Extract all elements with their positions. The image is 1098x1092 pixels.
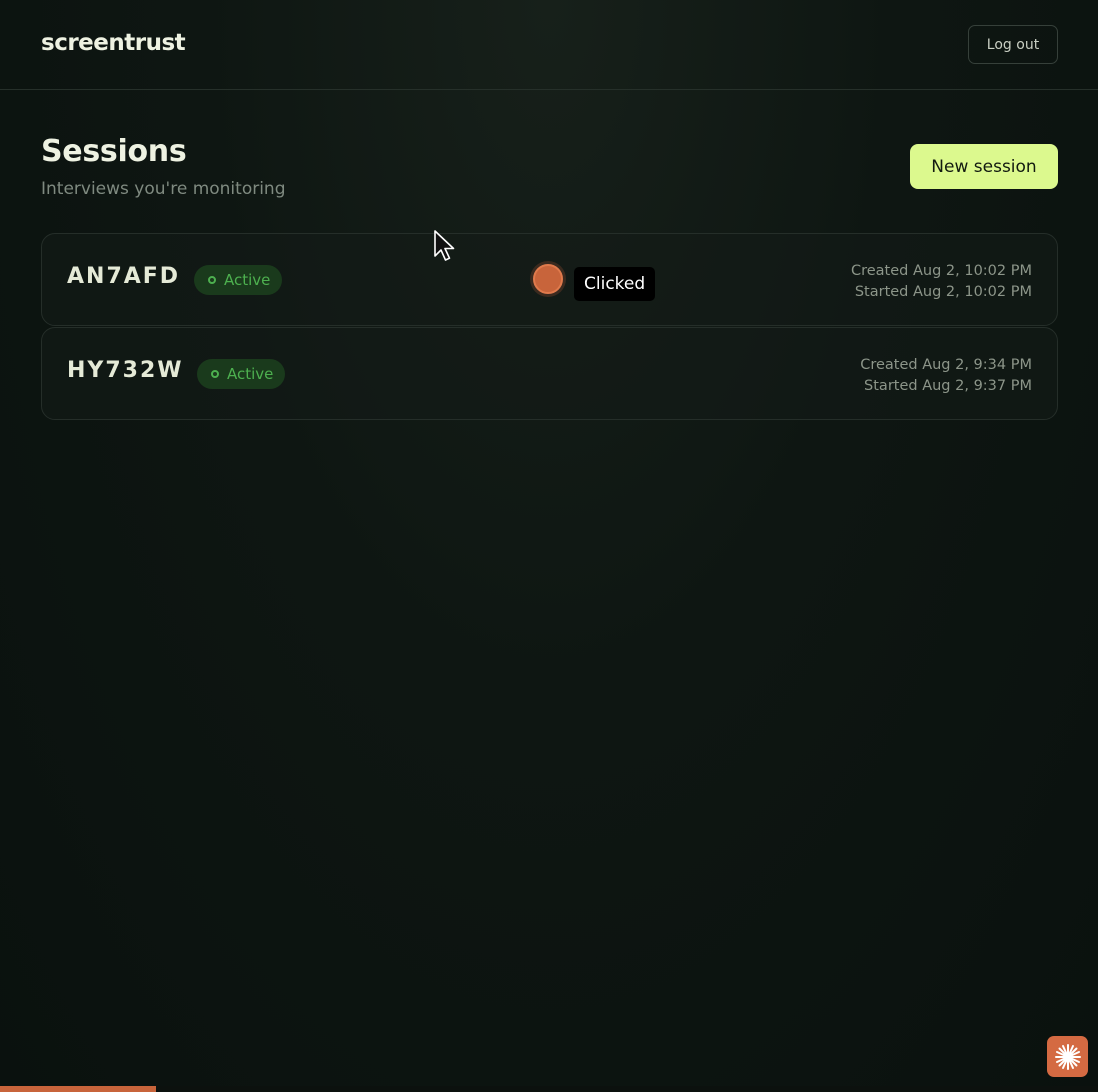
- session-code: HY732W: [67, 358, 184, 383]
- session-code: AN7AFD: [67, 264, 181, 289]
- created-time: Created Aug 2, 9:34 PM: [860, 357, 1032, 373]
- status-dot-icon: [211, 370, 219, 378]
- page-subtitle: Interviews you're monitoring: [41, 179, 286, 199]
- page-title: Sessions: [41, 134, 187, 169]
- progress-bar: [0, 1086, 1098, 1092]
- session-times: Created Aug 2, 10:02 PM Started Aug 2, 1…: [851, 261, 1032, 303]
- logout-button[interactable]: Log out: [968, 25, 1058, 64]
- sparkle-icon[interactable]: [1047, 1036, 1088, 1077]
- click-marker-icon: [530, 261, 566, 297]
- status-badge: Active: [197, 359, 286, 389]
- started-time: Started Aug 2, 9:37 PM: [864, 378, 1032, 394]
- top-bar: screentrust Log out: [0, 0, 1098, 90]
- arrow-cursor-icon: [434, 230, 455, 261]
- click-marker-dot: [533, 264, 563, 294]
- click-label: Clicked: [574, 267, 656, 301]
- app-logo[interactable]: screentrust: [41, 30, 186, 56]
- session-card[interactable]: HY732W Active Created Aug 2, 9:34 PM Sta…: [41, 327, 1058, 420]
- progress-fill: [0, 1086, 156, 1092]
- status-label: Active: [224, 271, 271, 289]
- started-time: Started Aug 2, 10:02 PM: [854, 284, 1032, 300]
- sparkle-glyph: [1054, 1043, 1081, 1070]
- new-session-button[interactable]: New session: [910, 144, 1058, 189]
- status-label: Active: [227, 365, 274, 383]
- session-times: Created Aug 2, 9:34 PM Started Aug 2, 9:…: [860, 355, 1032, 397]
- created-time: Created Aug 2, 10:02 PM: [850, 263, 1032, 279]
- status-badge: Active: [194, 265, 283, 295]
- status-dot-icon: [208, 276, 216, 284]
